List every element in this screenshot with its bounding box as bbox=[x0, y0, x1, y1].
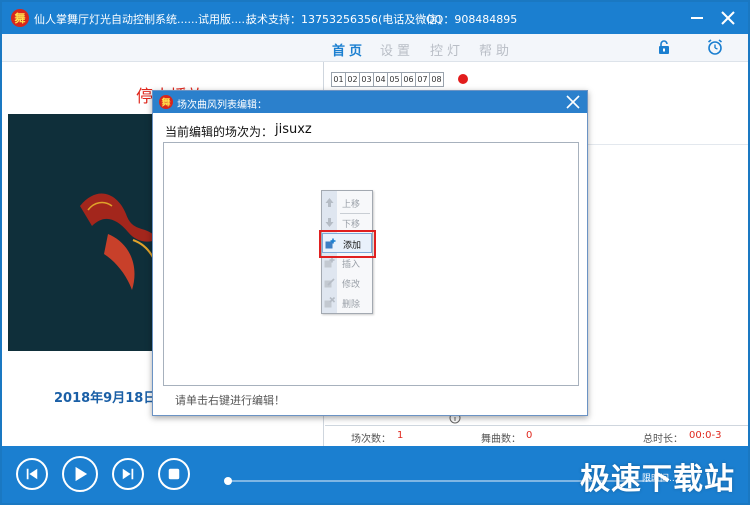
channel-button[interactable]: 02 bbox=[345, 72, 360, 87]
menu-item-move-up[interactable]: 上移 bbox=[322, 193, 372, 213]
minimize-icon[interactable] bbox=[688, 9, 706, 27]
app-logo-icon: 舞 bbox=[11, 9, 29, 27]
insert-icon bbox=[324, 257, 335, 268]
app-window: 舞 仙人掌舞厅灯光自动控制系统......试用版...... 技术支持：1375… bbox=[0, 0, 750, 505]
edit-hint: 请单击右键进行编辑！ bbox=[175, 394, 285, 407]
song-count-label: 舞曲数： bbox=[481, 434, 521, 445]
channel-button[interactable]: 08 bbox=[429, 72, 444, 87]
total-duration-label: 总时长： bbox=[643, 434, 683, 445]
watermark: 极速下载站 bbox=[580, 462, 735, 497]
stats-bar: 场次数： 1 舞曲数： 0 总时长： 00:0-3 bbox=[325, 425, 748, 446]
current-scene-name: jisuxz bbox=[275, 122, 312, 137]
support-qq: QQ：908484895 bbox=[426, 13, 518, 26]
lock-icon[interactable] bbox=[656, 39, 672, 55]
channel-list: 01 02 03 04 05 06 07 08 bbox=[331, 72, 444, 87]
channel-button[interactable]: 07 bbox=[415, 72, 430, 87]
svg-text:舞: 舞 bbox=[161, 97, 170, 109]
channel-button[interactable]: 04 bbox=[373, 72, 388, 87]
playlist-edit-dialog: 舞 场次曲风列表编辑： 当前编辑的场次为： jisuxz 上移 下移 添加 插入… bbox=[152, 90, 588, 416]
arrow-up-icon bbox=[325, 198, 334, 207]
previous-icon[interactable] bbox=[16, 458, 48, 490]
title-bar: 舞 仙人掌舞厅灯光自动控制系统......试用版...... 技术支持：1375… bbox=[2, 2, 748, 34]
channel-button[interactable]: 01 bbox=[331, 72, 346, 87]
dialog-title: 场次曲风列表编辑： bbox=[177, 100, 267, 111]
stop-icon[interactable] bbox=[158, 458, 190, 490]
highlight-annotation bbox=[319, 230, 376, 258]
app-title: 仙人掌舞厅灯光自动控制系统......试用版...... bbox=[34, 13, 252, 26]
song-count-value: 0 bbox=[526, 430, 533, 441]
record-indicator-icon bbox=[458, 74, 468, 84]
scene-count-label: 场次数： bbox=[351, 434, 391, 445]
current-scene-label: 当前编辑的场次为： bbox=[165, 125, 274, 139]
menu-settings[interactable]: 设置 bbox=[380, 40, 414, 59]
channel-button[interactable]: 06 bbox=[401, 72, 416, 87]
style-list[interactable]: 上移 下移 添加 插入 修改 删除 bbox=[163, 142, 579, 386]
svg-text:舞: 舞 bbox=[15, 11, 26, 25]
menu-help[interactable]: 帮助 bbox=[479, 40, 513, 59]
progress-knob[interactable] bbox=[224, 477, 232, 485]
channel-button[interactable]: 05 bbox=[387, 72, 402, 87]
channel-button[interactable]: 03 bbox=[359, 72, 374, 87]
play-icon[interactable] bbox=[62, 456, 98, 492]
current-date: 2018年9月18日 bbox=[54, 391, 157, 406]
total-duration-value: 00:0-3 bbox=[689, 430, 722, 441]
menu-light-control[interactable]: 控灯 bbox=[430, 40, 464, 59]
menu-home[interactable]: 首页 bbox=[332, 40, 366, 59]
alarm-clock-icon[interactable] bbox=[706, 38, 724, 56]
close-icon[interactable] bbox=[719, 9, 737, 27]
dialog-title-bar: 舞 场次曲风列表编辑： bbox=[153, 91, 587, 113]
scene-count-value: 1 bbox=[397, 430, 404, 441]
app-logo-icon: 舞 bbox=[159, 95, 173, 109]
support-phone: 技术支持：13753256356(电话及微信) bbox=[246, 13, 442, 26]
menu-item-edit[interactable]: 修改 bbox=[322, 273, 372, 293]
menu-item-delete[interactable]: 删除 bbox=[322, 293, 372, 313]
arrow-down-icon bbox=[325, 218, 334, 227]
dialog-close-icon[interactable] bbox=[565, 94, 581, 110]
delete-icon bbox=[324, 297, 335, 308]
edit-icon bbox=[324, 278, 335, 288]
next-icon[interactable] bbox=[112, 458, 144, 490]
menu-bar: 首页 设置 控灯 帮助 bbox=[2, 34, 748, 62]
